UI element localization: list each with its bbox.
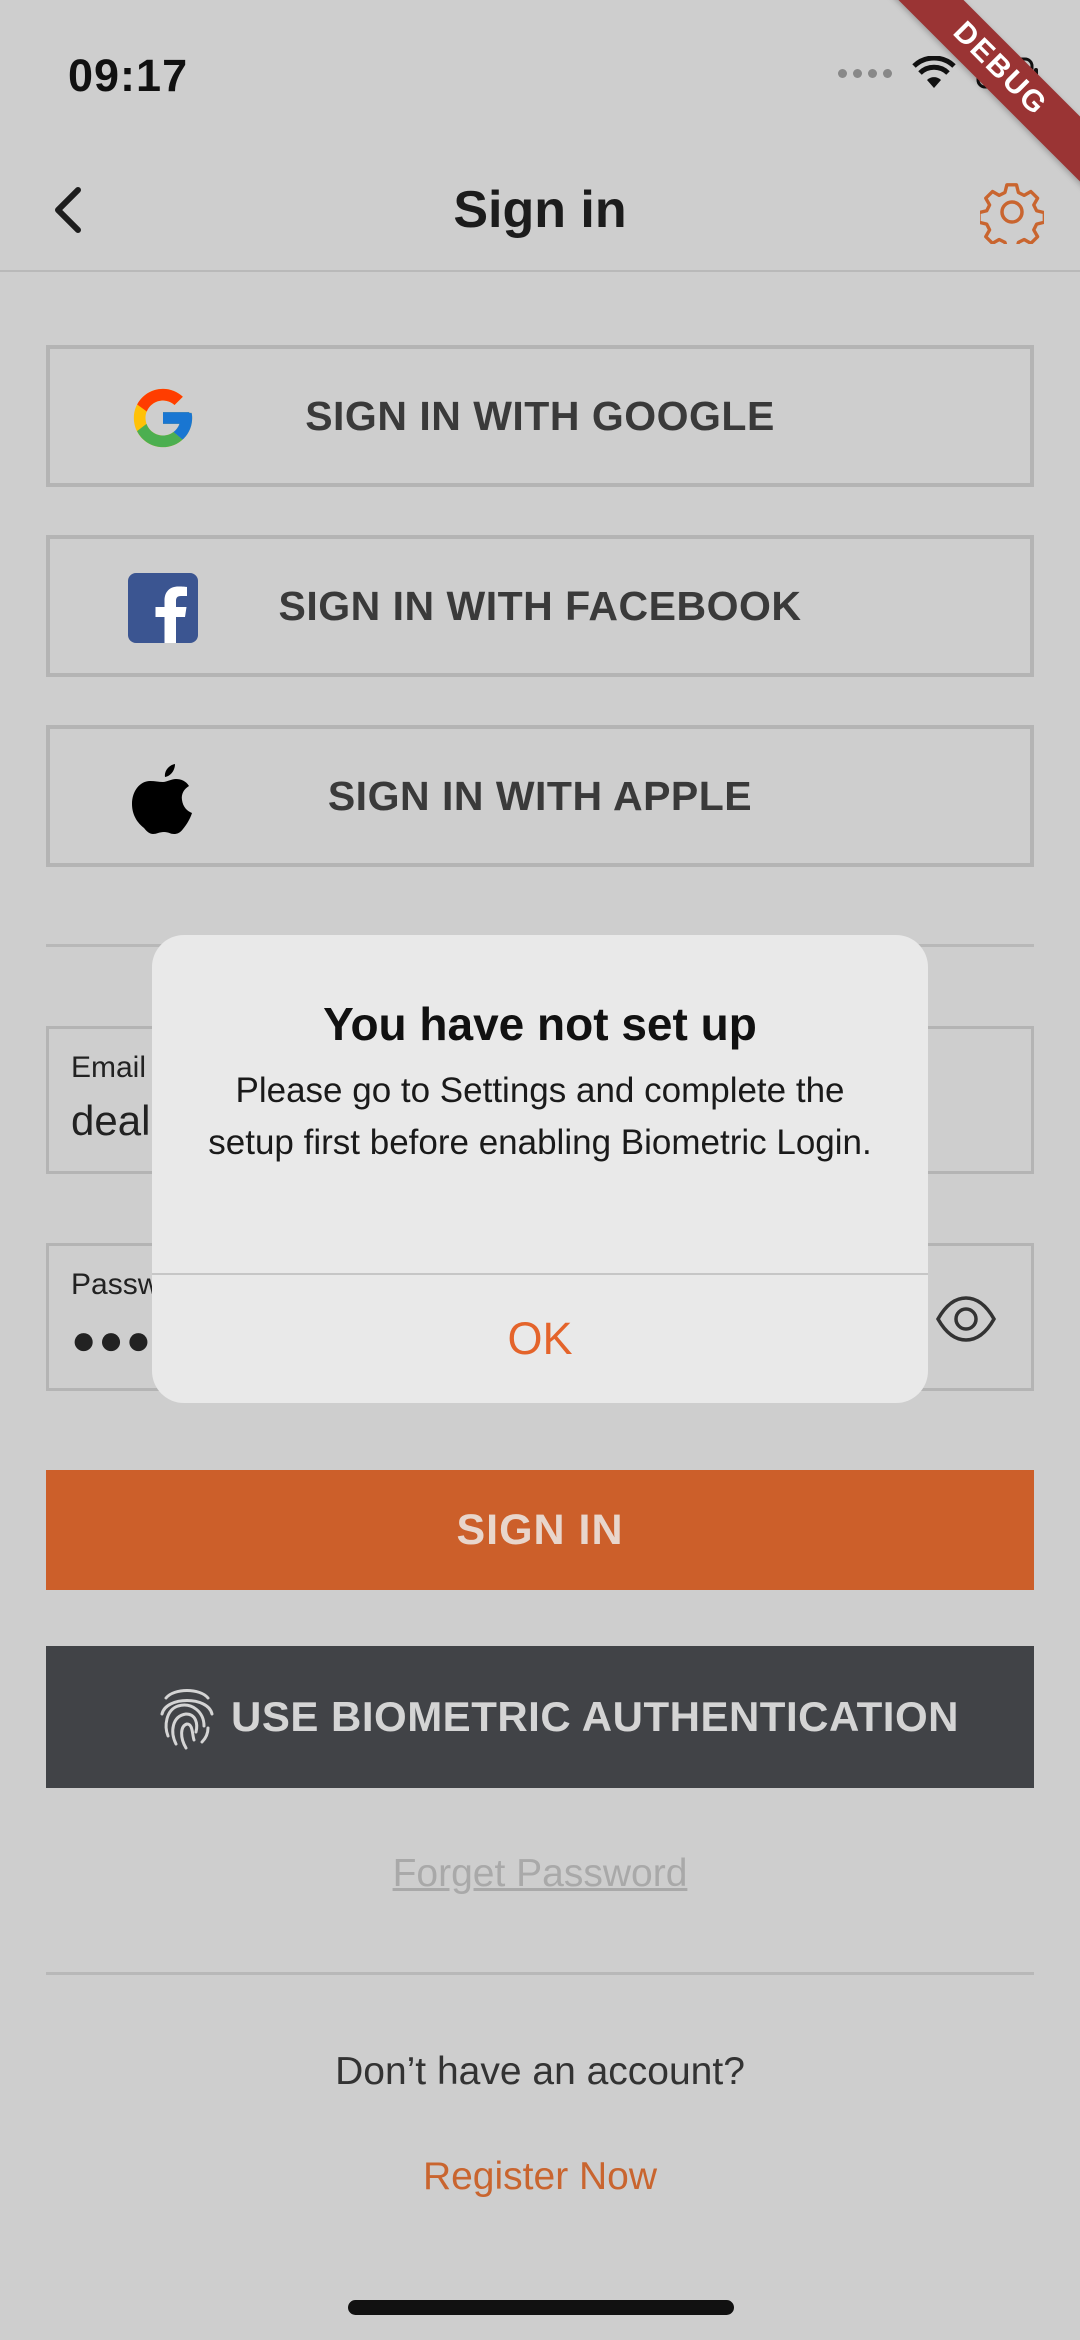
app-bar: Sign in — [0, 150, 1080, 272]
apple-sign-in-label: SIGN IN WITH APPLE — [327, 772, 753, 819]
sign-in-screen: 09:17 DEBUG Sign in SIGN IN WITH GOOGLE … — [0, 0, 1080, 2340]
dialog-message: Please go to Settings and complete the s… — [208, 1071, 872, 1162]
email-field-label: Email — [71, 1051, 147, 1084]
settings-button[interactable] — [977, 180, 1047, 252]
status-time: 09:17 — [68, 50, 189, 101]
divider — [46, 1972, 1034, 1975]
google-icon — [128, 383, 198, 453]
home-indicator[interactable] — [348, 2300, 734, 2315]
wifi-icon — [912, 56, 956, 88]
no-account-text: Don’t have an account? — [335, 2050, 745, 2093]
register-now-link[interactable]: Register Now — [0, 2155, 1080, 2199]
apple-icon — [128, 763, 198, 834]
biometric-auth-label: USE BIOMETRIC AUTHENTICATION — [231, 1693, 959, 1740]
sign-in-button-label: SIGN IN — [456, 1505, 624, 1554]
toggle-password-visibility-button[interactable] — [935, 1294, 997, 1344]
apple-sign-in-button[interactable]: SIGN IN WITH APPLE — [46, 725, 1034, 867]
fingerprint-icon — [152, 1682, 222, 1752]
sign-in-button[interactable]: SIGN IN — [46, 1470, 1034, 1590]
biometric-auth-button[interactable]: USE BIOMETRIC AUTHENTICATION — [46, 1646, 1034, 1788]
facebook-sign-in-button[interactable]: SIGN IN WITH FACEBOOK — [46, 535, 1034, 677]
forget-password-link[interactable]: Forget Password — [0, 1852, 1080, 1896]
facebook-sign-in-label: SIGN IN WITH FACEBOOK — [278, 582, 802, 629]
eye-icon — [935, 1296, 997, 1342]
gear-icon — [977, 183, 1047, 252]
google-sign-in-button[interactable]: SIGN IN WITH GOOGLE — [46, 345, 1034, 487]
dialog-title: You have not set up — [323, 998, 757, 1050]
signal-icon — [838, 68, 892, 78]
facebook-icon — [128, 573, 198, 643]
page-title: Sign in — [453, 181, 627, 239]
google-sign-in-label: SIGN IN WITH GOOGLE — [305, 392, 775, 439]
alert-dialog: You have not set up Please go to Setting… — [152, 935, 928, 1403]
dialog-ok-button[interactable]: OK — [152, 1275, 928, 1403]
